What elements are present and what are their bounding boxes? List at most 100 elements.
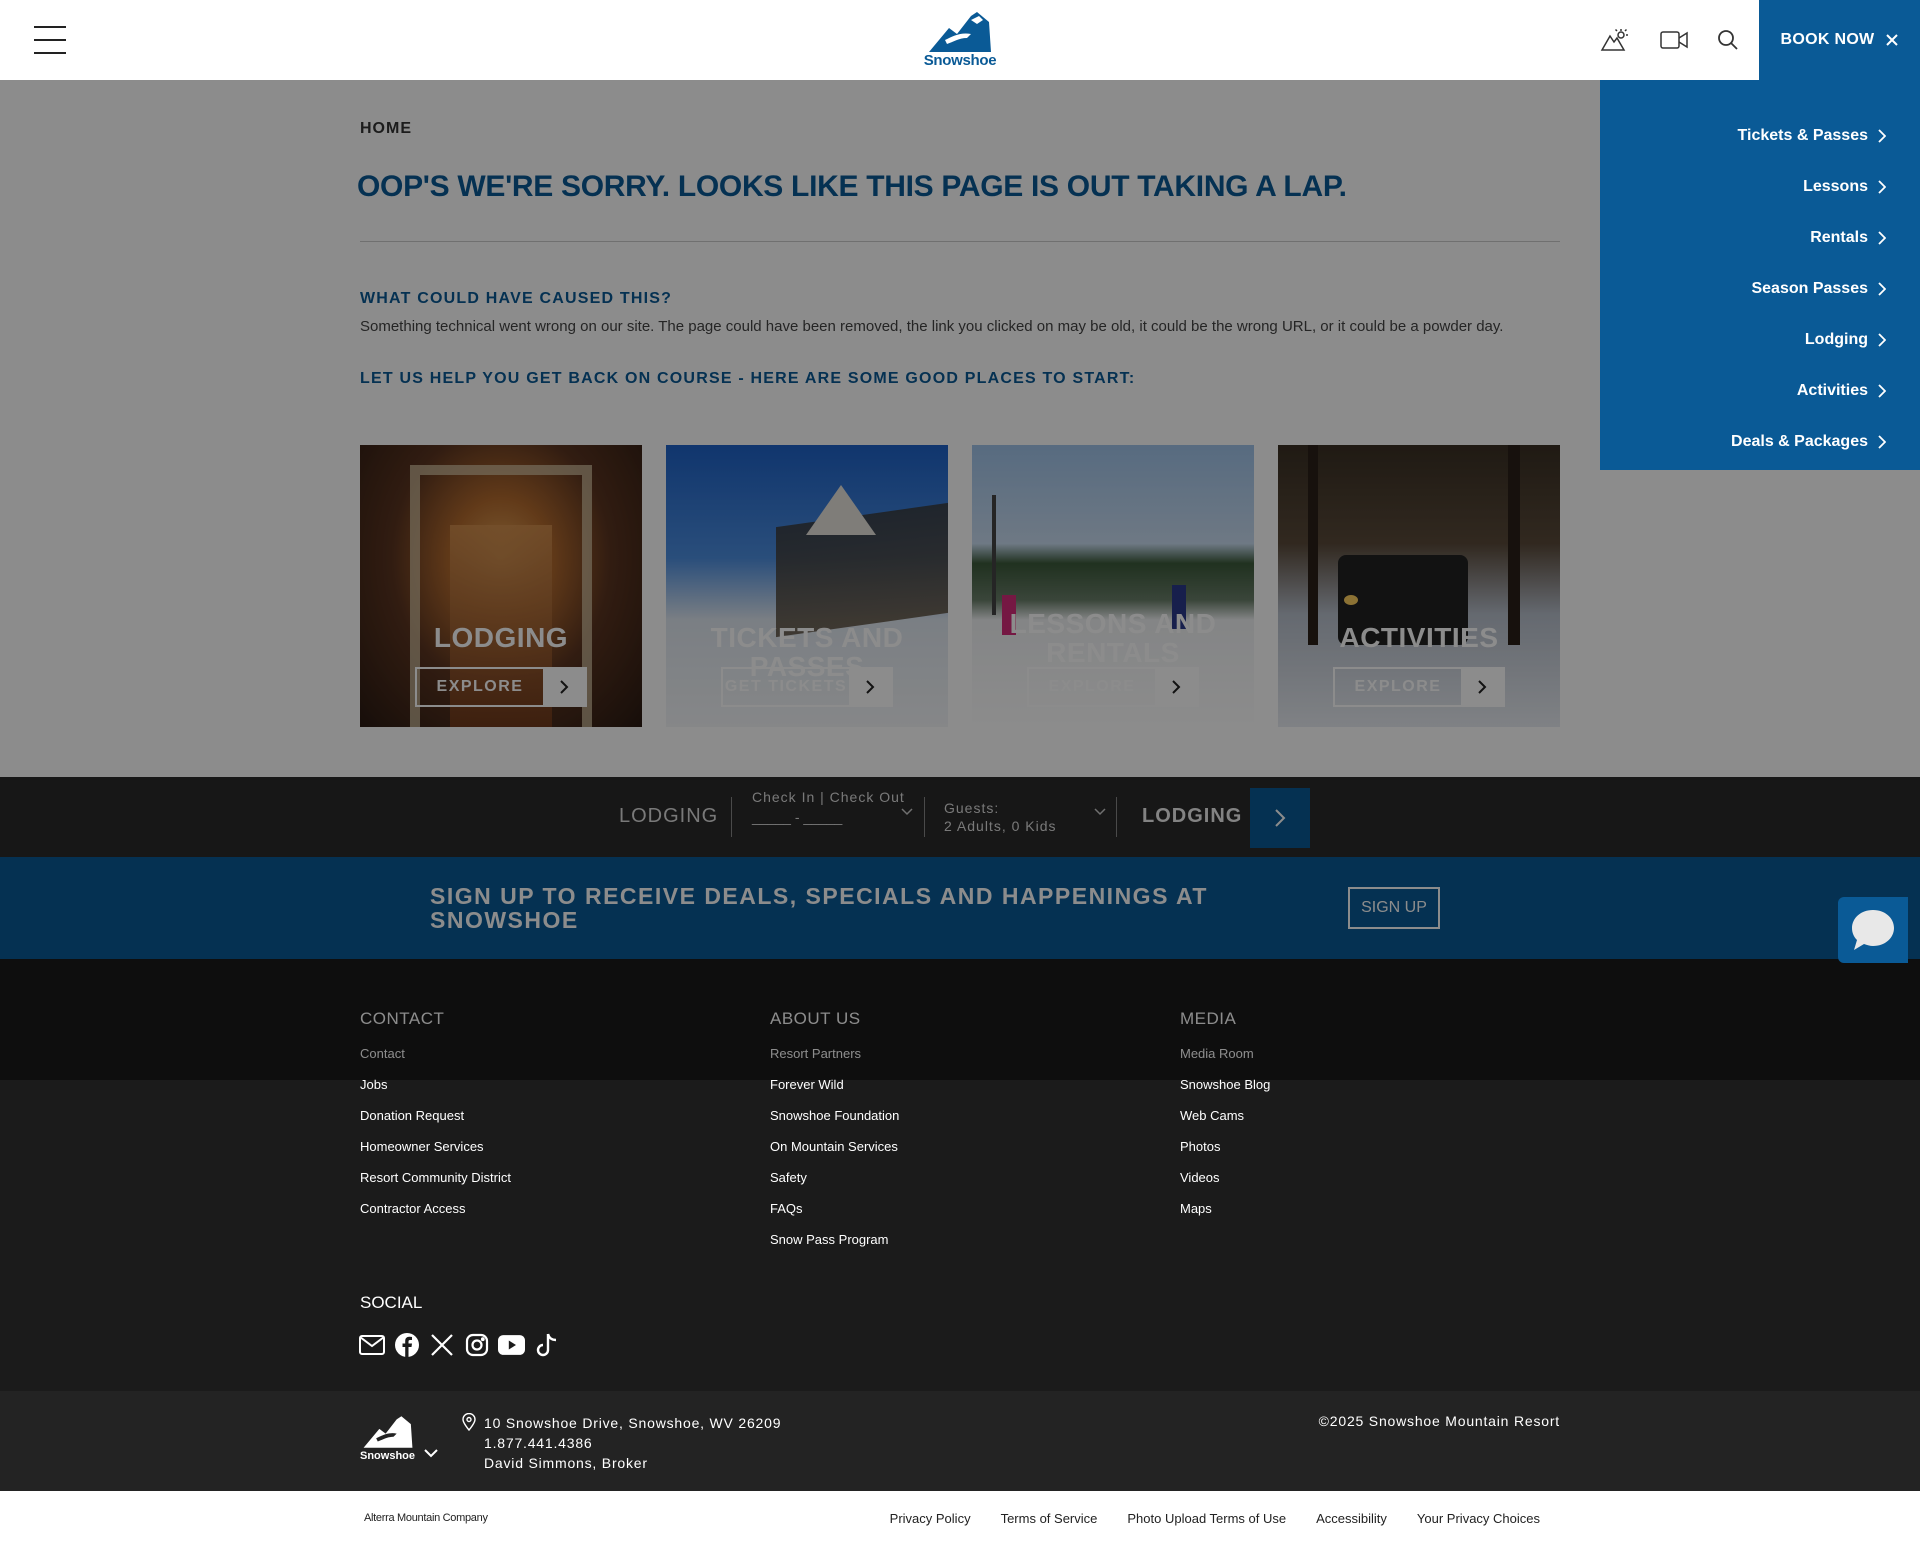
menu-item-season-passes[interactable]: Season Passes <box>1600 263 1920 314</box>
snowshoe-logo[interactable]: Snowshoe <box>923 10 997 72</box>
privacy-policy-link[interactable]: Privacy Policy <box>890 1511 971 1526</box>
footer-link[interactable]: Donation Request <box>360 1109 511 1140</box>
footer-link[interactable]: Videos <box>1180 1171 1270 1202</box>
footer-link[interactable]: Forever Wild <box>770 1078 899 1109</box>
phone-number[interactable]: 1.877.441.4386 <box>484 1433 781 1453</box>
email-icon[interactable] <box>358 1331 385 1358</box>
chevron-right-icon <box>1878 230 1886 245</box>
menu-item-rentals[interactable]: Rentals <box>1600 212 1920 263</box>
footer-link[interactable]: Resort Partners <box>770 1047 899 1078</box>
copyright: ©2025 Snowshoe Mountain Resort <box>1318 1413 1560 1429</box>
chat-bubble-icon <box>1852 910 1894 950</box>
footer-link[interactable]: Resort Community District <box>360 1171 511 1202</box>
chevron-right-icon <box>1878 281 1886 296</box>
chevron-down-icon[interactable] <box>1093 807 1107 817</box>
guests-picker[interactable]: Guests: 2 Adults, 0 Kids <box>944 799 1057 835</box>
card-activities[interactable]: ACTIVITIES EXPLORE <box>1278 445 1560 727</box>
privacy-choices-link[interactable]: Your Privacy Choices <box>1417 1511 1540 1526</box>
check-in-out-label: Check In | Check Out <box>752 789 905 805</box>
menu-item-lodging[interactable]: Lodging <box>1600 314 1920 365</box>
chevron-down-icon[interactable] <box>423 1448 439 1458</box>
footer-link[interactable]: Contact <box>360 1047 511 1078</box>
destination-cards: LODGING EXPLORE TICKETS AND PASSES GET T… <box>360 445 1560 727</box>
card-title: ACTIVITIES <box>1339 622 1499 653</box>
get-tickets-button[interactable]: GET TICKETS <box>721 667 893 707</box>
site-header: Snowshoe BOOK NOW <box>0 0 1920 80</box>
divider <box>924 797 925 837</box>
social-title: SOCIAL <box>360 1293 423 1312</box>
footer-link[interactable]: Safety <box>770 1171 899 1202</box>
footer-info: Snowshoe 10 Snowshoe Drive, Snowshoe, WV… <box>0 1391 1920 1491</box>
chevron-down-icon[interactable] <box>900 807 914 817</box>
footer-column-media: MEDIA Media Room Snowshoe Blog Web Cams … <box>1180 1009 1270 1233</box>
lodging-search-button[interactable] <box>1250 788 1310 848</box>
menu-item-label: Rentals <box>1810 228 1868 246</box>
chevron-right-icon <box>1878 128 1886 143</box>
menu-item-tickets-passes[interactable]: Tickets & Passes <box>1600 110 1920 161</box>
book-now-button[interactable]: BOOK NOW <box>1759 0 1920 80</box>
menu-item-label: Deals & Packages <box>1731 432 1868 450</box>
footer-link[interactable]: FAQs <box>770 1202 899 1233</box>
guests-label: Guests: <box>944 800 1000 816</box>
legal-bar: Alterra Mountain Company Privacy Policy … <box>0 1491 1920 1546</box>
sign-up-button[interactable]: SIGN UP <box>1348 887 1440 929</box>
button-label: GET TICKETS <box>724 678 848 695</box>
footer-link[interactable]: Photos <box>1180 1140 1270 1171</box>
footer-link[interactable]: Snow Pass Program <box>770 1233 899 1264</box>
footer-link[interactable]: Contractor Access <box>360 1202 511 1233</box>
resort-address: 10 Snowshoe Drive, Snowshoe, WV 26209 1.… <box>484 1413 781 1473</box>
divider <box>360 241 1560 242</box>
search-icon[interactable] <box>1714 28 1742 52</box>
button-label: EXPLORE <box>1354 678 1442 695</box>
check-in-out-picker[interactable]: Check In | Check Out _____ - _____ <box>752 789 912 825</box>
photo-upload-terms-link[interactable]: Photo Upload Terms of Use <box>1127 1511 1286 1526</box>
explore-button[interactable]: EXPLORE <box>1333 667 1505 707</box>
footer-link[interactable]: Snowshoe Foundation <box>770 1109 899 1140</box>
alterra-logo[interactable]: Alterra Mountain Company <box>364 1512 488 1524</box>
breadcrumb-home[interactable]: HOME <box>360 120 412 138</box>
footer-link[interactable]: Maps <box>1180 1202 1270 1233</box>
menu-item-label: Activities <box>1796 381 1868 399</box>
location-pin-icon <box>462 1413 476 1431</box>
footer-link[interactable]: Media Room <box>1180 1047 1270 1078</box>
accessibility-link[interactable]: Accessibility <box>1316 1511 1387 1526</box>
weather-icon[interactable] <box>1600 28 1628 52</box>
card-title: LESSONS AND RENTALS <box>1009 608 1217 668</box>
webcam-icon[interactable] <box>1660 28 1688 52</box>
x-icon[interactable] <box>428 1331 455 1358</box>
instagram-icon[interactable] <box>463 1331 490 1358</box>
lodging-search-bar: LODGING Check In | Check Out _____ - ___… <box>0 777 1920 857</box>
tiktok-icon[interactable] <box>533 1331 560 1358</box>
footer-logo[interactable]: Snowshoe <box>360 1414 439 1462</box>
explore-button[interactable]: EXPLORE <box>1027 667 1199 707</box>
page-title: OOP'S WE'RE SORRY. LOOKS LIKE THIS PAGE … <box>357 170 1347 203</box>
mountain-logo-icon <box>363 1416 412 1448</box>
footer-link[interactable]: Homeowner Services <box>360 1140 511 1171</box>
chevron-right-icon <box>1275 809 1286 827</box>
button-label: EXPLORE <box>1048 678 1136 695</box>
footer-link[interactable]: Jobs <box>360 1078 511 1109</box>
facebook-icon[interactable] <box>393 1331 420 1358</box>
card-lessons-and-rentals[interactable]: LESSONS AND RENTALS EXPLORE <box>972 445 1254 727</box>
cause-text: Something technical went wrong on our si… <box>360 318 1504 335</box>
chevron-right-icon <box>1878 332 1886 347</box>
footer-link[interactable]: On Mountain Services <box>770 1140 899 1171</box>
footer-link[interactable]: Web Cams <box>1180 1109 1270 1140</box>
menu-hamburger-icon[interactable] <box>34 26 66 54</box>
explore-button[interactable]: EXPLORE <box>415 667 587 707</box>
chevron-right-icon <box>1878 383 1886 398</box>
chat-button[interactable] <box>1838 897 1908 963</box>
button-label: EXPLORE <box>436 678 524 695</box>
menu-item-lessons[interactable]: Lessons <box>1600 161 1920 212</box>
newsletter-signup: SIGN UP TO RECEIVE DEALS, SPECIALS AND H… <box>0 857 1920 959</box>
menu-item-activities[interactable]: Activities <box>1600 365 1920 416</box>
chevron-right-icon <box>543 669 585 705</box>
youtube-icon[interactable] <box>498 1331 525 1358</box>
terms-of-service-link[interactable]: Terms of Service <box>1001 1511 1098 1526</box>
card-lodging[interactable]: LODGING EXPLORE <box>360 445 642 727</box>
card-tickets-and-passes[interactable]: TICKETS AND PASSES GET TICKETS <box>666 445 948 727</box>
footer-link[interactable]: Snowshoe Blog <box>1180 1078 1270 1109</box>
menu-item-label: Lessons <box>1803 177 1868 195</box>
card-title: LODGING <box>433 622 569 653</box>
menu-item-deals-packages[interactable]: Deals & Packages <box>1600 416 1920 467</box>
